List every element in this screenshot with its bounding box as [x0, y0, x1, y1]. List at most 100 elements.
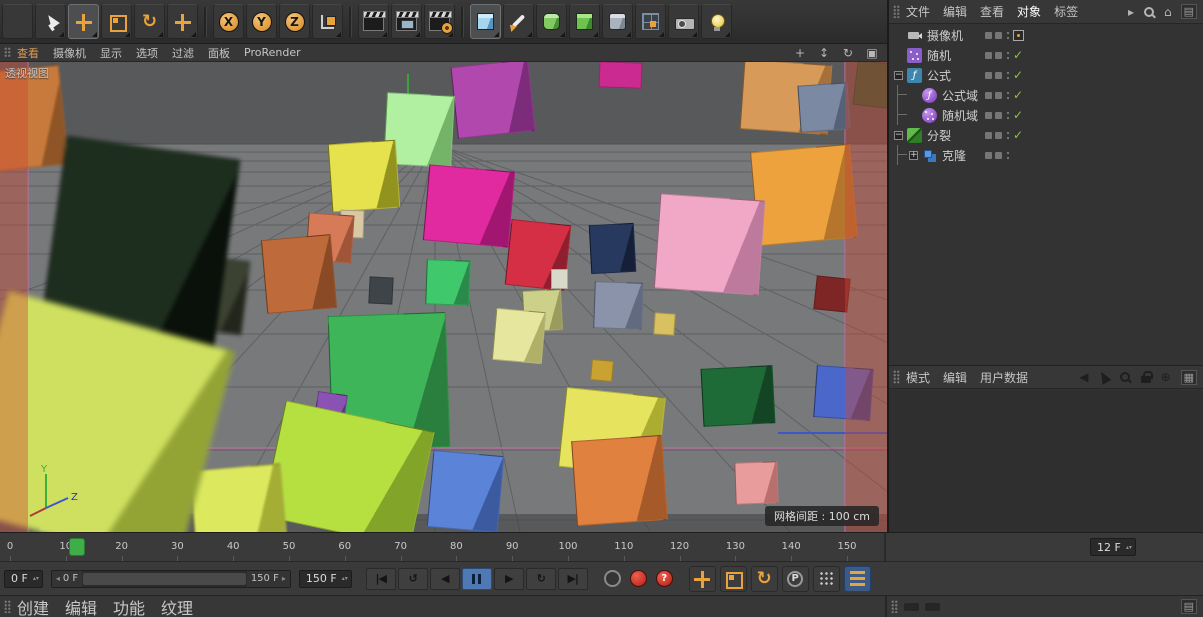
maximize-view-icon[interactable]: ▣ [865, 46, 879, 60]
lock-x-axis-button[interactable]: X [213, 4, 244, 39]
viewport-cube[interactable] [260, 234, 338, 314]
object-row-公式域[interactable]: 公式域 ✓ [889, 85, 1203, 105]
viewport-cube[interactable] [653, 312, 676, 336]
editor-visibility-toggle[interactable] [985, 51, 992, 59]
enabled-check-icon[interactable]: ✓ [1013, 128, 1023, 142]
visibility-dots[interactable] [1007, 91, 1009, 99]
deformers-button[interactable] [602, 4, 633, 39]
om-menu-对象[interactable]: 对象 [1017, 3, 1041, 20]
timeline-ruler[interactable]: 0 10 20 30 40 50 60 70 80 90 100 110 120 130 140 150 [0, 533, 886, 562]
editor-visibility-toggle[interactable] [985, 71, 992, 79]
mograph-array-button[interactable] [635, 4, 666, 39]
start-frame-field[interactable]: 0 F ▴▾ [4, 569, 43, 588]
panel-layers-icon[interactable]: ▤ [1180, 599, 1197, 614]
coord-p-button[interactable]: P [781, 565, 809, 592]
material-menu-创建[interactable]: 创建 [17, 595, 49, 617]
preview-range-slider[interactable]: ◂ 0 F 150 F ▸ [50, 569, 291, 588]
material-menu-编辑[interactable]: 编辑 [65, 595, 97, 617]
timeline-toggle-button[interactable] [843, 565, 871, 592]
viewport-perspective[interactable]: 透视视图 Y Z 网格间距 : 100 cm [0, 62, 887, 532]
collapse-icon[interactable]: − [894, 130, 903, 140]
generators-button[interactable] [569, 4, 600, 39]
search-icon[interactable] [1143, 6, 1155, 18]
viewport-cube[interactable] [426, 450, 505, 532]
subdivision-surface-button[interactable] [536, 4, 567, 39]
viewport-menu-摄像机[interactable]: 摄像机 [53, 45, 86, 61]
editor-visibility-toggle[interactable] [985, 91, 992, 99]
object-row-公式[interactable]: − 公式 ✓ [889, 65, 1203, 85]
material-menu-功能[interactable]: 功能 [113, 595, 145, 617]
active-camera-icon[interactable] [1013, 29, 1024, 41]
viewport-cube[interactable] [590, 359, 614, 382]
attr-menu-模式[interactable]: 模式 [906, 369, 930, 386]
enabled-check-icon[interactable]: ✓ [1013, 108, 1023, 122]
viewport-cube[interactable] [852, 62, 887, 110]
object-name[interactable]: 克隆 [942, 147, 966, 164]
material-menu-纹理[interactable]: 纹理 [161, 595, 193, 617]
enabled-check-icon[interactable]: ✓ [1013, 88, 1023, 102]
menu-overflow-arrow[interactable]: ▸ [1128, 5, 1134, 19]
viewport-cube[interactable] [653, 193, 766, 296]
frame-rate-dropdown[interactable]: 12 F ▴▾ [1090, 538, 1136, 556]
object-row-克隆[interactable]: + 克隆 [889, 145, 1203, 165]
enabled-check-icon[interactable]: ✓ [1013, 48, 1023, 62]
viewport-cube[interactable] [491, 307, 547, 365]
home-icon[interactable]: ⌂ [1164, 5, 1172, 19]
panel-icon[interactable]: ▦ [1180, 369, 1197, 385]
render-visibility-toggle[interactable] [995, 51, 1002, 59]
range-start-handle[interactable]: ◂ 0 F [51, 570, 83, 587]
viewport-cube[interactable] [598, 62, 643, 89]
last-used-tool-button[interactable] [167, 4, 198, 39]
object-name[interactable]: 随机域 [942, 107, 978, 124]
render-visibility-toggle[interactable] [995, 71, 1002, 79]
drag-grip[interactable] [893, 370, 900, 384]
record-keyframe-button[interactable] [603, 570, 621, 587]
light-tool-button[interactable] [701, 4, 732, 39]
history-back-icon[interactable]: ◀ [1079, 370, 1088, 384]
object-row-随机域[interactable]: 随机域 ✓ [889, 105, 1203, 125]
om-menu-文件[interactable]: 文件 [906, 3, 930, 20]
expand-icon[interactable]: + [909, 150, 918, 160]
previous-frame-button[interactable]: ◀ [429, 567, 460, 590]
object-row-摄像机[interactable]: 摄像机 [889, 25, 1203, 45]
empty-slot-button[interactable] [2, 4, 33, 39]
viewport-cube[interactable] [813, 275, 851, 313]
viewport-menu-查看[interactable]: 查看 [17, 45, 39, 61]
viewport-cube[interactable] [450, 62, 536, 139]
om-menu-标签[interactable]: 标签 [1054, 3, 1078, 20]
timeline-playhead[interactable] [68, 538, 85, 556]
coordinate-system-button[interactable] [312, 4, 343, 39]
pen-spline-tool-button[interactable] [503, 4, 534, 39]
goto-end-button[interactable]: ▶| [557, 567, 588, 590]
render-visibility-toggle[interactable] [995, 151, 1002, 159]
visibility-dots[interactable] [1007, 71, 1009, 79]
move-tool-button[interactable] [68, 4, 99, 39]
placeholder-button[interactable] [904, 602, 919, 611]
lock-z-axis-button[interactable]: Z [279, 4, 310, 39]
viewport-cube[interactable] [588, 222, 637, 275]
editor-visibility-toggle[interactable] [985, 31, 992, 39]
editor-visibility-toggle[interactable] [985, 111, 992, 119]
keyframe-options-button[interactable]: ? [655, 570, 673, 587]
rotate-view-icon[interactable]: ↻ [841, 46, 855, 60]
viewport-cube[interactable] [734, 461, 779, 505]
spinner-arrows-icon[interactable]: ▴▾ [342, 576, 348, 582]
drag-grip[interactable] [4, 47, 11, 58]
enabled-check-icon[interactable]: ✓ [1013, 68, 1023, 82]
select-tool-button[interactable] [35, 4, 66, 39]
render-visibility-toggle[interactable] [995, 31, 1002, 39]
editor-visibility-toggle[interactable] [985, 131, 992, 139]
visibility-dots[interactable] [1007, 51, 1009, 59]
pick-object-icon[interactable] [1096, 369, 1111, 385]
viewport-cube[interactable] [551, 269, 568, 289]
move-quick-button[interactable] [688, 565, 716, 592]
om-menu-编辑[interactable]: 编辑 [943, 3, 967, 20]
lock-icon[interactable] [1140, 371, 1153, 383]
viewport-menu-显示[interactable]: 显示 [100, 45, 122, 61]
om-menu-查看[interactable]: 查看 [980, 3, 1004, 20]
object-name[interactable]: 公式 [927, 67, 951, 84]
editor-visibility-toggle[interactable] [985, 151, 992, 159]
play-backwards-button[interactable]: ↺ [397, 567, 428, 590]
object-row-分裂[interactable]: − 分裂 ✓ [889, 125, 1203, 145]
snap-icon[interactable]: ⊕ [1161, 370, 1171, 384]
